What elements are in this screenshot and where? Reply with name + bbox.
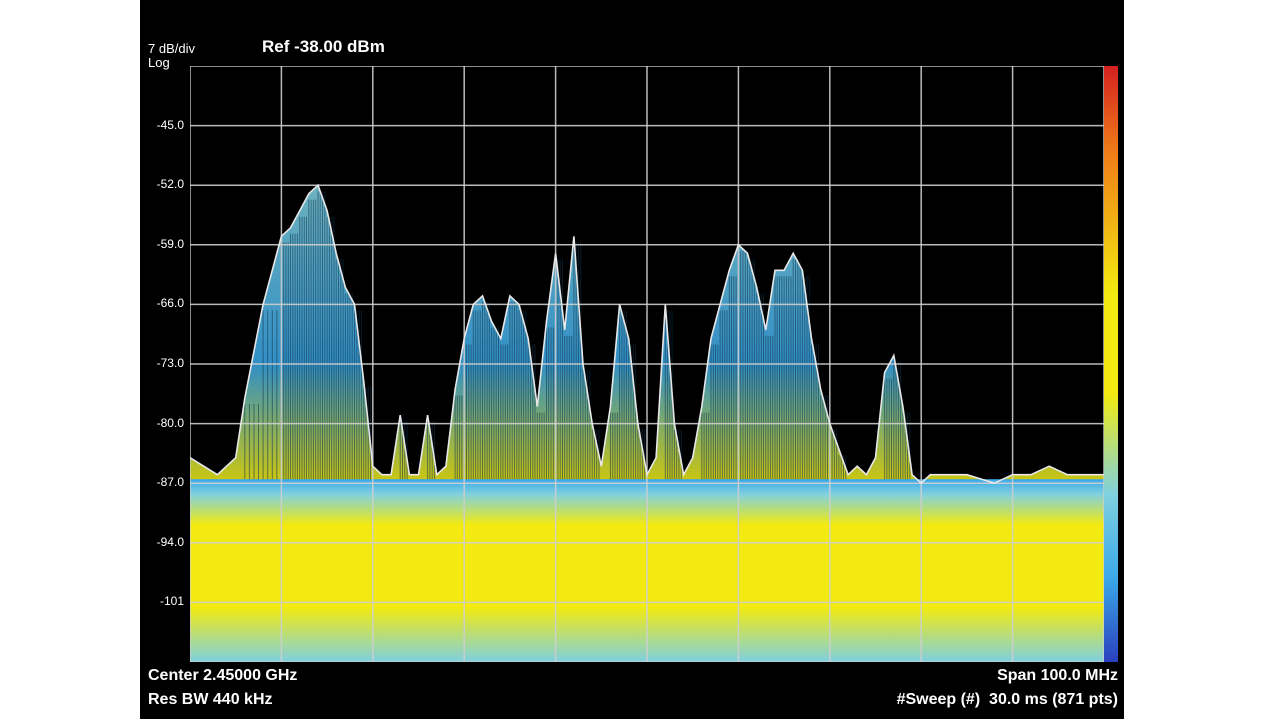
- resolution-bandwidth-label: Res BW 440 kHz: [148, 691, 273, 708]
- sweep-label: #Sweep (#) 30.0 ms (871 pts): [896, 691, 1118, 708]
- spectrum-plot: [190, 66, 1104, 662]
- y-tick-label: -59.0: [156, 237, 184, 251]
- y-tick-label: -101: [159, 594, 184, 608]
- center-frequency-label: Center 2.45000 GHz: [148, 667, 298, 684]
- span-label: Span 100.0 MHz: [997, 667, 1118, 684]
- y-tick-label: -87.0: [156, 475, 184, 489]
- y-tick-label: -73.0: [156, 356, 184, 370]
- y-tick-label: -80.0: [156, 416, 184, 430]
- density-colorbar: [1104, 66, 1118, 662]
- scale-label: 7 dB/div: [148, 41, 195, 56]
- spectrum-plot-svg: [190, 66, 1104, 662]
- y-tick-label: -94.0: [156, 535, 184, 549]
- y-tick-label: -52.0: [156, 177, 184, 191]
- y-tick-label: -66.0: [156, 296, 184, 310]
- reference-level-label: Ref -38.00 dBm: [262, 37, 385, 56]
- spectrum-analyzer-screen: 7 dB/div Log Ref -38.00 dBm -45.0 -52.0 -5…: [140, 0, 1124, 719]
- log-label: Log: [148, 55, 170, 70]
- y-tick-label: -45.0: [156, 118, 184, 132]
